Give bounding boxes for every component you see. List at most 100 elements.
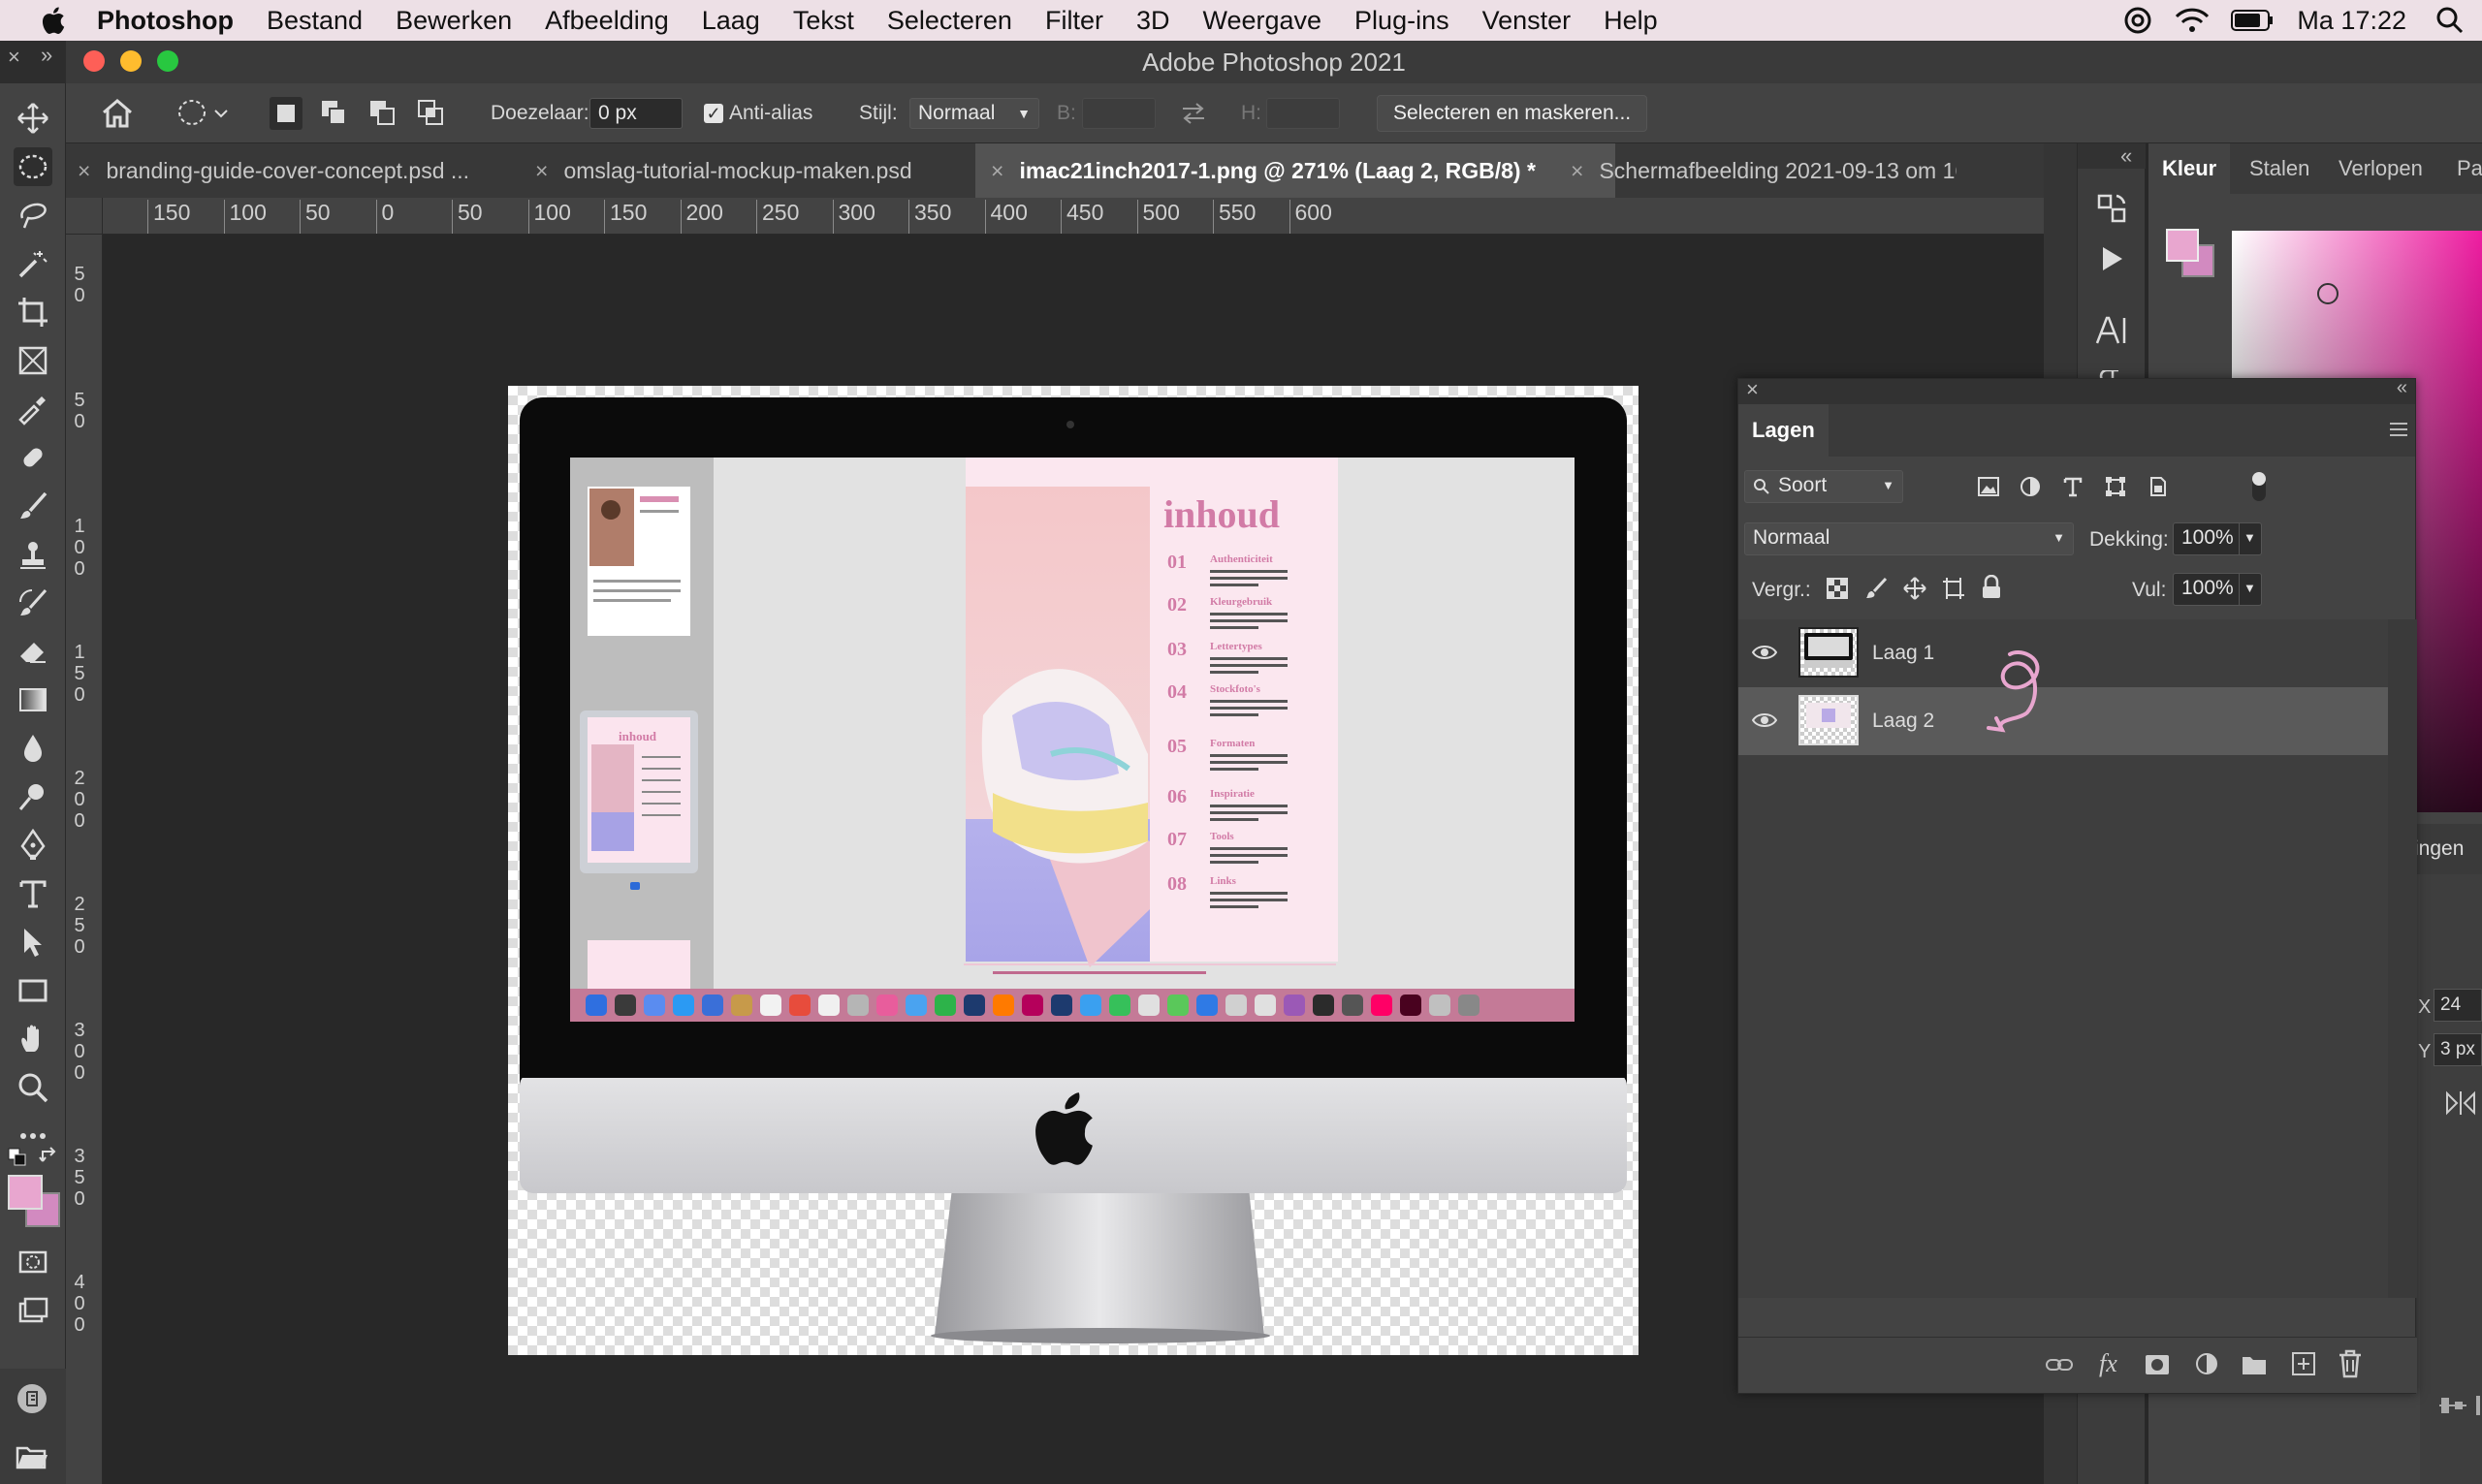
align-icon[interactable]: [2439, 1394, 2466, 1417]
lock-transparent-pixels-icon[interactable]: [1826, 577, 1849, 600]
menu-app-name[interactable]: Photoshop: [97, 6, 234, 36]
link-layers-icon[interactable]: [2045, 1355, 2074, 1374]
tab-schermafbeelding[interactable]: × Schermafbeelding 2021-09-13 om 16.2: [1559, 143, 1957, 198]
expand-panel-icon[interactable]: »: [41, 43, 52, 68]
learn-panel-icon[interactable]: [16, 1382, 48, 1415]
tab-stalen[interactable]: Stalen: [2249, 143, 2309, 194]
character-panel-icon[interactable]: [2095, 314, 2128, 347]
tab-patronen[interactable]: Pa: [2457, 143, 2482, 194]
flip-horizontal-icon[interactable]: [2443, 1089, 2478, 1117]
frame-tool[interactable]: [14, 341, 52, 380]
elliptical-marquee-preset-icon[interactable]: [176, 97, 235, 130]
move-tool[interactable]: [14, 99, 52, 138]
filter-smart-objects-icon[interactable]: [2148, 476, 2169, 497]
subtract-from-selection-icon[interactable]: [368, 99, 398, 128]
battery-icon[interactable]: [2231, 9, 2274, 32]
tab-branding-guide[interactable]: × branding-guide-cover-concept.psd ...: [78, 143, 524, 198]
menu-weergave[interactable]: Weergave: [1202, 6, 1321, 36]
wifi-icon[interactable]: [2175, 7, 2210, 34]
y-value-field[interactable]: 3 px: [2434, 1033, 2482, 1066]
menu-selecteren[interactable]: Selecteren: [887, 6, 1012, 36]
menu-plugins[interactable]: Plug-ins: [1354, 6, 1449, 36]
collapse-dock-icon[interactable]: «: [2120, 143, 2132, 169]
lock-artboard-icon[interactable]: [1942, 577, 1965, 600]
tab-kleur[interactable]: Kleur: [2148, 143, 2231, 194]
close-window-button[interactable]: [83, 50, 105, 72]
lock-position-icon[interactable]: [1903, 577, 1926, 600]
elliptical-marquee-tool[interactable]: [14, 147, 52, 186]
zoom-tool[interactable]: [14, 1068, 52, 1107]
panel-menu-icon[interactable]: [2388, 420, 2409, 439]
menu-help[interactable]: Help: [1604, 6, 1658, 36]
opacity-input[interactable]: 100%: [2173, 522, 2239, 555]
tab-aanpassingen[interactable]: ingen: [2414, 837, 2464, 861]
fill-dropdown[interactable]: ▼: [2239, 573, 2262, 606]
history-panel-icon[interactable]: [2095, 192, 2128, 225]
select-and-mask-button[interactable]: Selecteren en maskeren...: [1377, 95, 1648, 132]
swap-width-height-icon[interactable]: [1179, 101, 1208, 126]
eraser-tool[interactable]: [14, 632, 52, 671]
feather-input[interactable]: 0 px: [589, 98, 683, 129]
filter-adjustment-layers-icon[interactable]: [2020, 476, 2041, 497]
filter-shape-layers-icon[interactable]: [2105, 476, 2126, 497]
layer-filter-select[interactable]: Soort ▼: [1744, 470, 1903, 503]
apple-logo-icon[interactable]: [39, 5, 66, 36]
vertical-ruler[interactable]: 5050100150200250300350400: [66, 235, 103, 1484]
healing-brush-tool[interactable]: [14, 438, 52, 477]
lasso-tool[interactable]: [14, 196, 52, 235]
new-selection-icon[interactable]: [270, 97, 302, 130]
fill-input[interactable]: 100%: [2173, 573, 2239, 606]
intersect-selection-icon[interactable]: [417, 99, 446, 128]
folder-icon[interactable]: [16, 1442, 48, 1471]
zoom-window-button[interactable]: [157, 50, 178, 72]
swap-colors-icon[interactable]: [39, 1146, 60, 1167]
tab-imac-mockup[interactable]: × imac21inch2017-1.png @ 271% (Laag 2, RG…: [975, 143, 1615, 198]
magic-wand-tool[interactable]: [14, 244, 52, 283]
horizontal-ruler[interactable]: 150 100 50 0 50 100 150 200 250 300 350 400 450 500 55…: [66, 198, 2044, 235]
screen-mode-button[interactable]: [14, 1291, 52, 1330]
antialias-label[interactable]: Anti-alias: [729, 102, 812, 125]
tab-verlopen[interactable]: Verlopen: [2339, 143, 2423, 194]
eye-visibility-icon[interactable]: [1752, 644, 1777, 661]
clone-stamp-tool[interactable]: [14, 535, 52, 574]
lock-all-icon[interactable]: [1981, 575, 2002, 600]
brush-tool[interactable]: [14, 487, 52, 525]
menu-tekst[interactable]: Tekst: [793, 6, 854, 36]
layer-row[interactable]: Laag 1: [1738, 619, 2388, 687]
close-tab-icon[interactable]: ×: [991, 143, 1003, 198]
minimize-window-button[interactable]: [120, 50, 142, 72]
add-mask-icon[interactable]: [2144, 1353, 2171, 1376]
close-panel-icon[interactable]: ×: [8, 45, 20, 70]
tab-omslag-tutorial[interactable]: × omslag-tutorial-mockup-maken.psd: [535, 143, 1039, 198]
menu-filter[interactable]: Filter: [1045, 6, 1103, 36]
menu-venster[interactable]: Venster: [1482, 6, 1572, 36]
eye-visibility-icon[interactable]: [1752, 711, 1777, 729]
delete-layer-icon[interactable]: [2338, 1349, 2363, 1378]
rectangle-tool[interactable]: [14, 971, 52, 1010]
path-selection-tool[interactable]: [14, 923, 52, 962]
filter-type-layers-icon[interactable]: [2062, 476, 2084, 497]
hand-tool[interactable]: [14, 1020, 52, 1058]
document-canvas[interactable]: inhoud inhoud 01 Authenticiteit 02 Kleurgeb…: [508, 386, 1639, 1355]
antialias-checkbox[interactable]: ✓: [704, 104, 723, 123]
close-panel-icon[interactable]: ×: [1746, 377, 1759, 402]
default-colors-icon[interactable]: [8, 1148, 27, 1167]
menu-bestand[interactable]: Bestand: [267, 6, 363, 36]
spotlight-search-icon[interactable]: [2435, 6, 2465, 35]
creative-cloud-icon[interactable]: [2118, 6, 2157, 35]
blur-tool[interactable]: [14, 729, 52, 768]
new-group-icon[interactable]: [2241, 1353, 2268, 1376]
blend-mode-select[interactable]: Normaal ▼: [1744, 522, 2074, 555]
type-tool[interactable]: [14, 874, 52, 913]
pen-tool[interactable]: [14, 826, 52, 865]
menu-laag[interactable]: Laag: [702, 6, 760, 36]
fx-layer-style-icon[interactable]: fx: [2099, 1349, 2117, 1378]
quick-mask-button[interactable]: [14, 1243, 52, 1281]
layers-scrollbar[interactable]: [2388, 619, 2417, 1298]
add-to-selection-icon[interactable]: [320, 99, 349, 128]
crop-tool[interactable]: [14, 293, 52, 332]
layers-panel-header[interactable]: × «: [1738, 377, 2415, 404]
history-brush-tool[interactable]: [14, 584, 52, 622]
layer-row[interactable]: Laag 2: [1738, 687, 2388, 755]
menubar-clock[interactable]: Ma 17:22: [2297, 6, 2406, 36]
